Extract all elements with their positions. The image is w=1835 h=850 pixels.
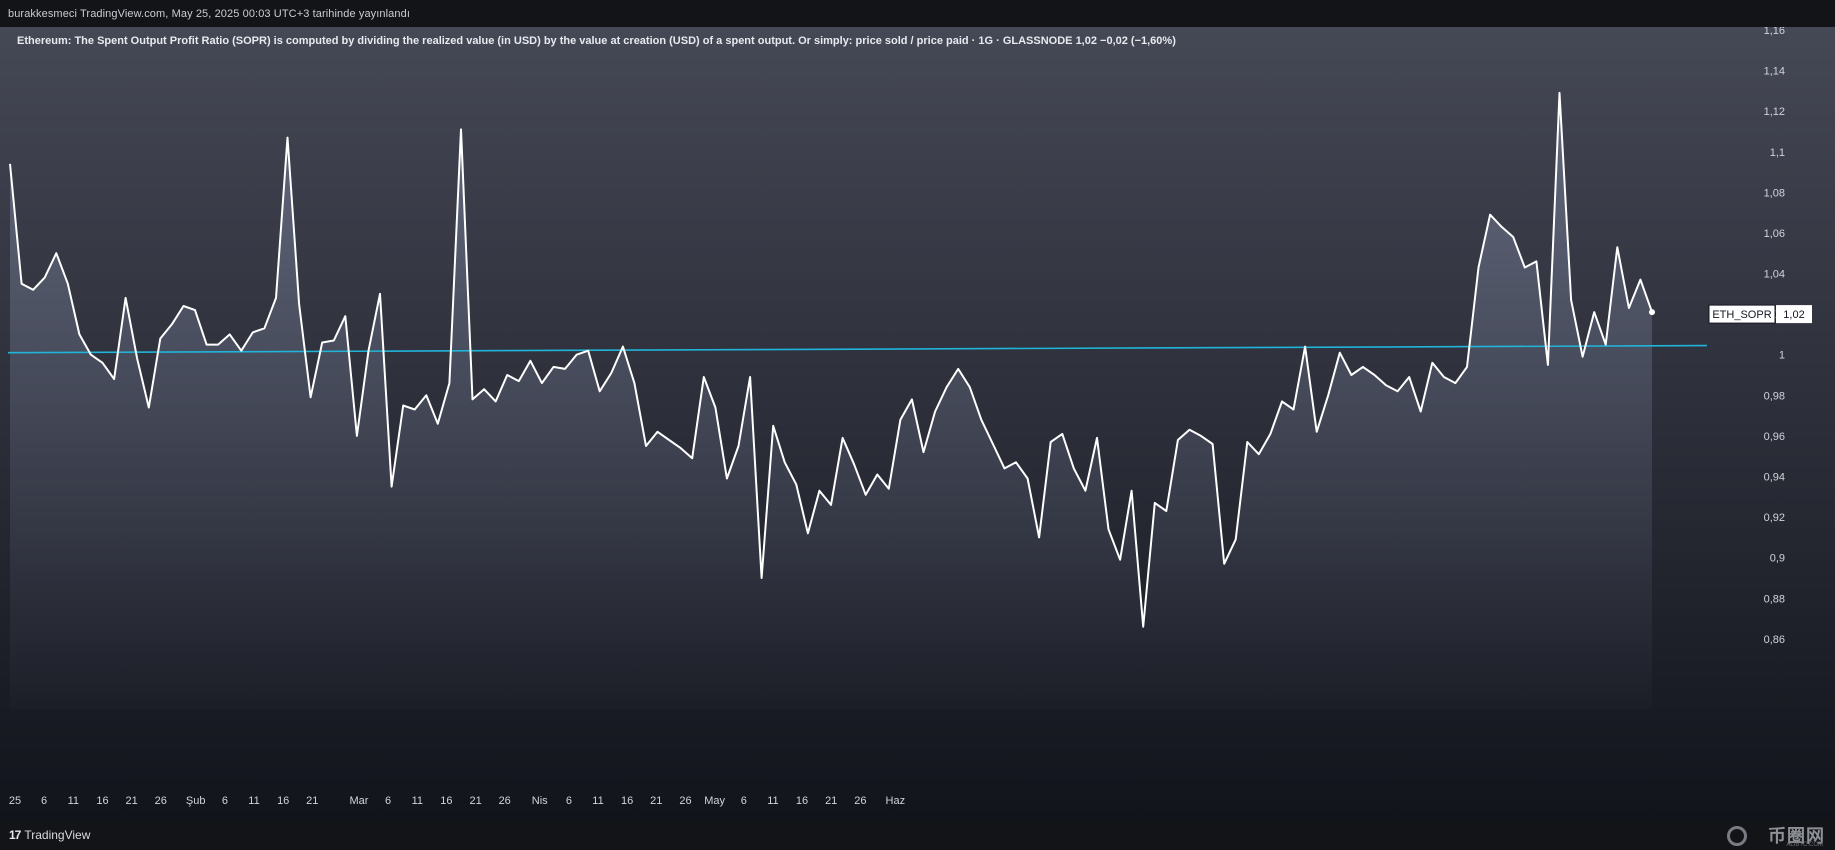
y-tick-label: 1,12 [1764,106,1785,118]
x-tick-label: 16 [440,795,452,807]
x-tick-label: 6 [222,795,228,807]
x-tick-label: 16 [277,795,289,807]
x-tick-label: 6 [41,795,47,807]
x-tick-label: 21 [825,795,837,807]
y-tick-label: 1,16 [1764,27,1785,37]
x-tick-label: 26 [155,795,167,807]
y-tick-label: 1,04 [1764,269,1785,281]
y-tick-label: 0,96 [1764,431,1785,443]
publish-header: burakkesmeci TradingView.com, May 25, 20… [0,0,1835,27]
x-tick-label: 11 [68,795,79,807]
chart-area[interactable]: 1,161,141,121,11,081,061,041,0210,980,96… [0,25,1835,820]
last-value-label: ETH_SOPR 1,02 [1708,304,1812,324]
x-tick-label: Haz [886,795,906,807]
y-tick-label: 0,94 [1764,472,1785,484]
x-tick-label: 11 [412,795,423,807]
chart-svg[interactable]: 1,161,141,121,11,081,061,041,0210,980,96… [0,25,1835,820]
watermark-logo-icon [1727,826,1747,846]
watermark: 币圈网 ALIBTC.COM [1717,820,1827,850]
x-tick-label: 26 [679,795,691,807]
x-tick-label: 16 [621,795,633,807]
y-tick-label: 1,1 [1770,147,1785,159]
x-tick-label: 21 [650,795,662,807]
footer-bar: 17 TradingView [0,820,1835,850]
x-tick-label: 11 [767,795,778,807]
y-tick-label: 1 [1779,350,1785,362]
x-tick-label: 16 [96,795,108,807]
x-tick-label: 21 [306,795,318,807]
watermark-subtext: ALIBTC.COM [1786,842,1823,848]
x-tick-label: 11 [592,795,603,807]
x-tick-label: 6 [741,795,747,807]
y-tick-label: 0,86 [1764,634,1785,646]
x-tick-label: 6 [385,795,391,807]
tradingview-logo-icon: 17 [9,828,21,842]
tradingview-logo[interactable]: 17 TradingView [9,828,90,842]
x-tick-label: Nis [532,795,548,807]
x-tick-label: 21 [469,795,481,807]
y-tick-label: 0,9 [1770,553,1785,565]
last-point [1649,309,1655,316]
x-tick-label: 25 [9,795,21,807]
x-tick-label: 21 [125,795,137,807]
x-tick-label: Mar [350,795,369,807]
x-tick-label: May [704,795,725,807]
y-tick-label: 0,88 [1764,593,1785,605]
y-tick-label: 0,92 [1764,512,1785,524]
y-tick-label: 1,08 [1764,187,1785,199]
x-tick-label: 6 [566,795,572,807]
x-tick-label: 26 [854,795,866,807]
x-tick-label: 11 [248,795,259,807]
y-tick-label: 1,14 [1764,66,1785,78]
series-legend[interactable]: Ethereum: The Spent Output Profit Ratio … [17,35,1176,47]
price-value-text: 1,02 [1783,309,1804,321]
y-tick-label: 0,98 [1764,390,1785,402]
x-tick-label: 16 [796,795,808,807]
x-tick-label: 26 [499,795,511,807]
y-tick-label: 1,06 [1764,228,1785,240]
series-name-text: ETH_SOPR [1712,309,1771,321]
publish-info: burakkesmeci TradingView.com, May 25, 20… [8,8,410,20]
tradingview-brand: TradingView [24,828,91,842]
x-tick-label: Şub [186,795,206,807]
